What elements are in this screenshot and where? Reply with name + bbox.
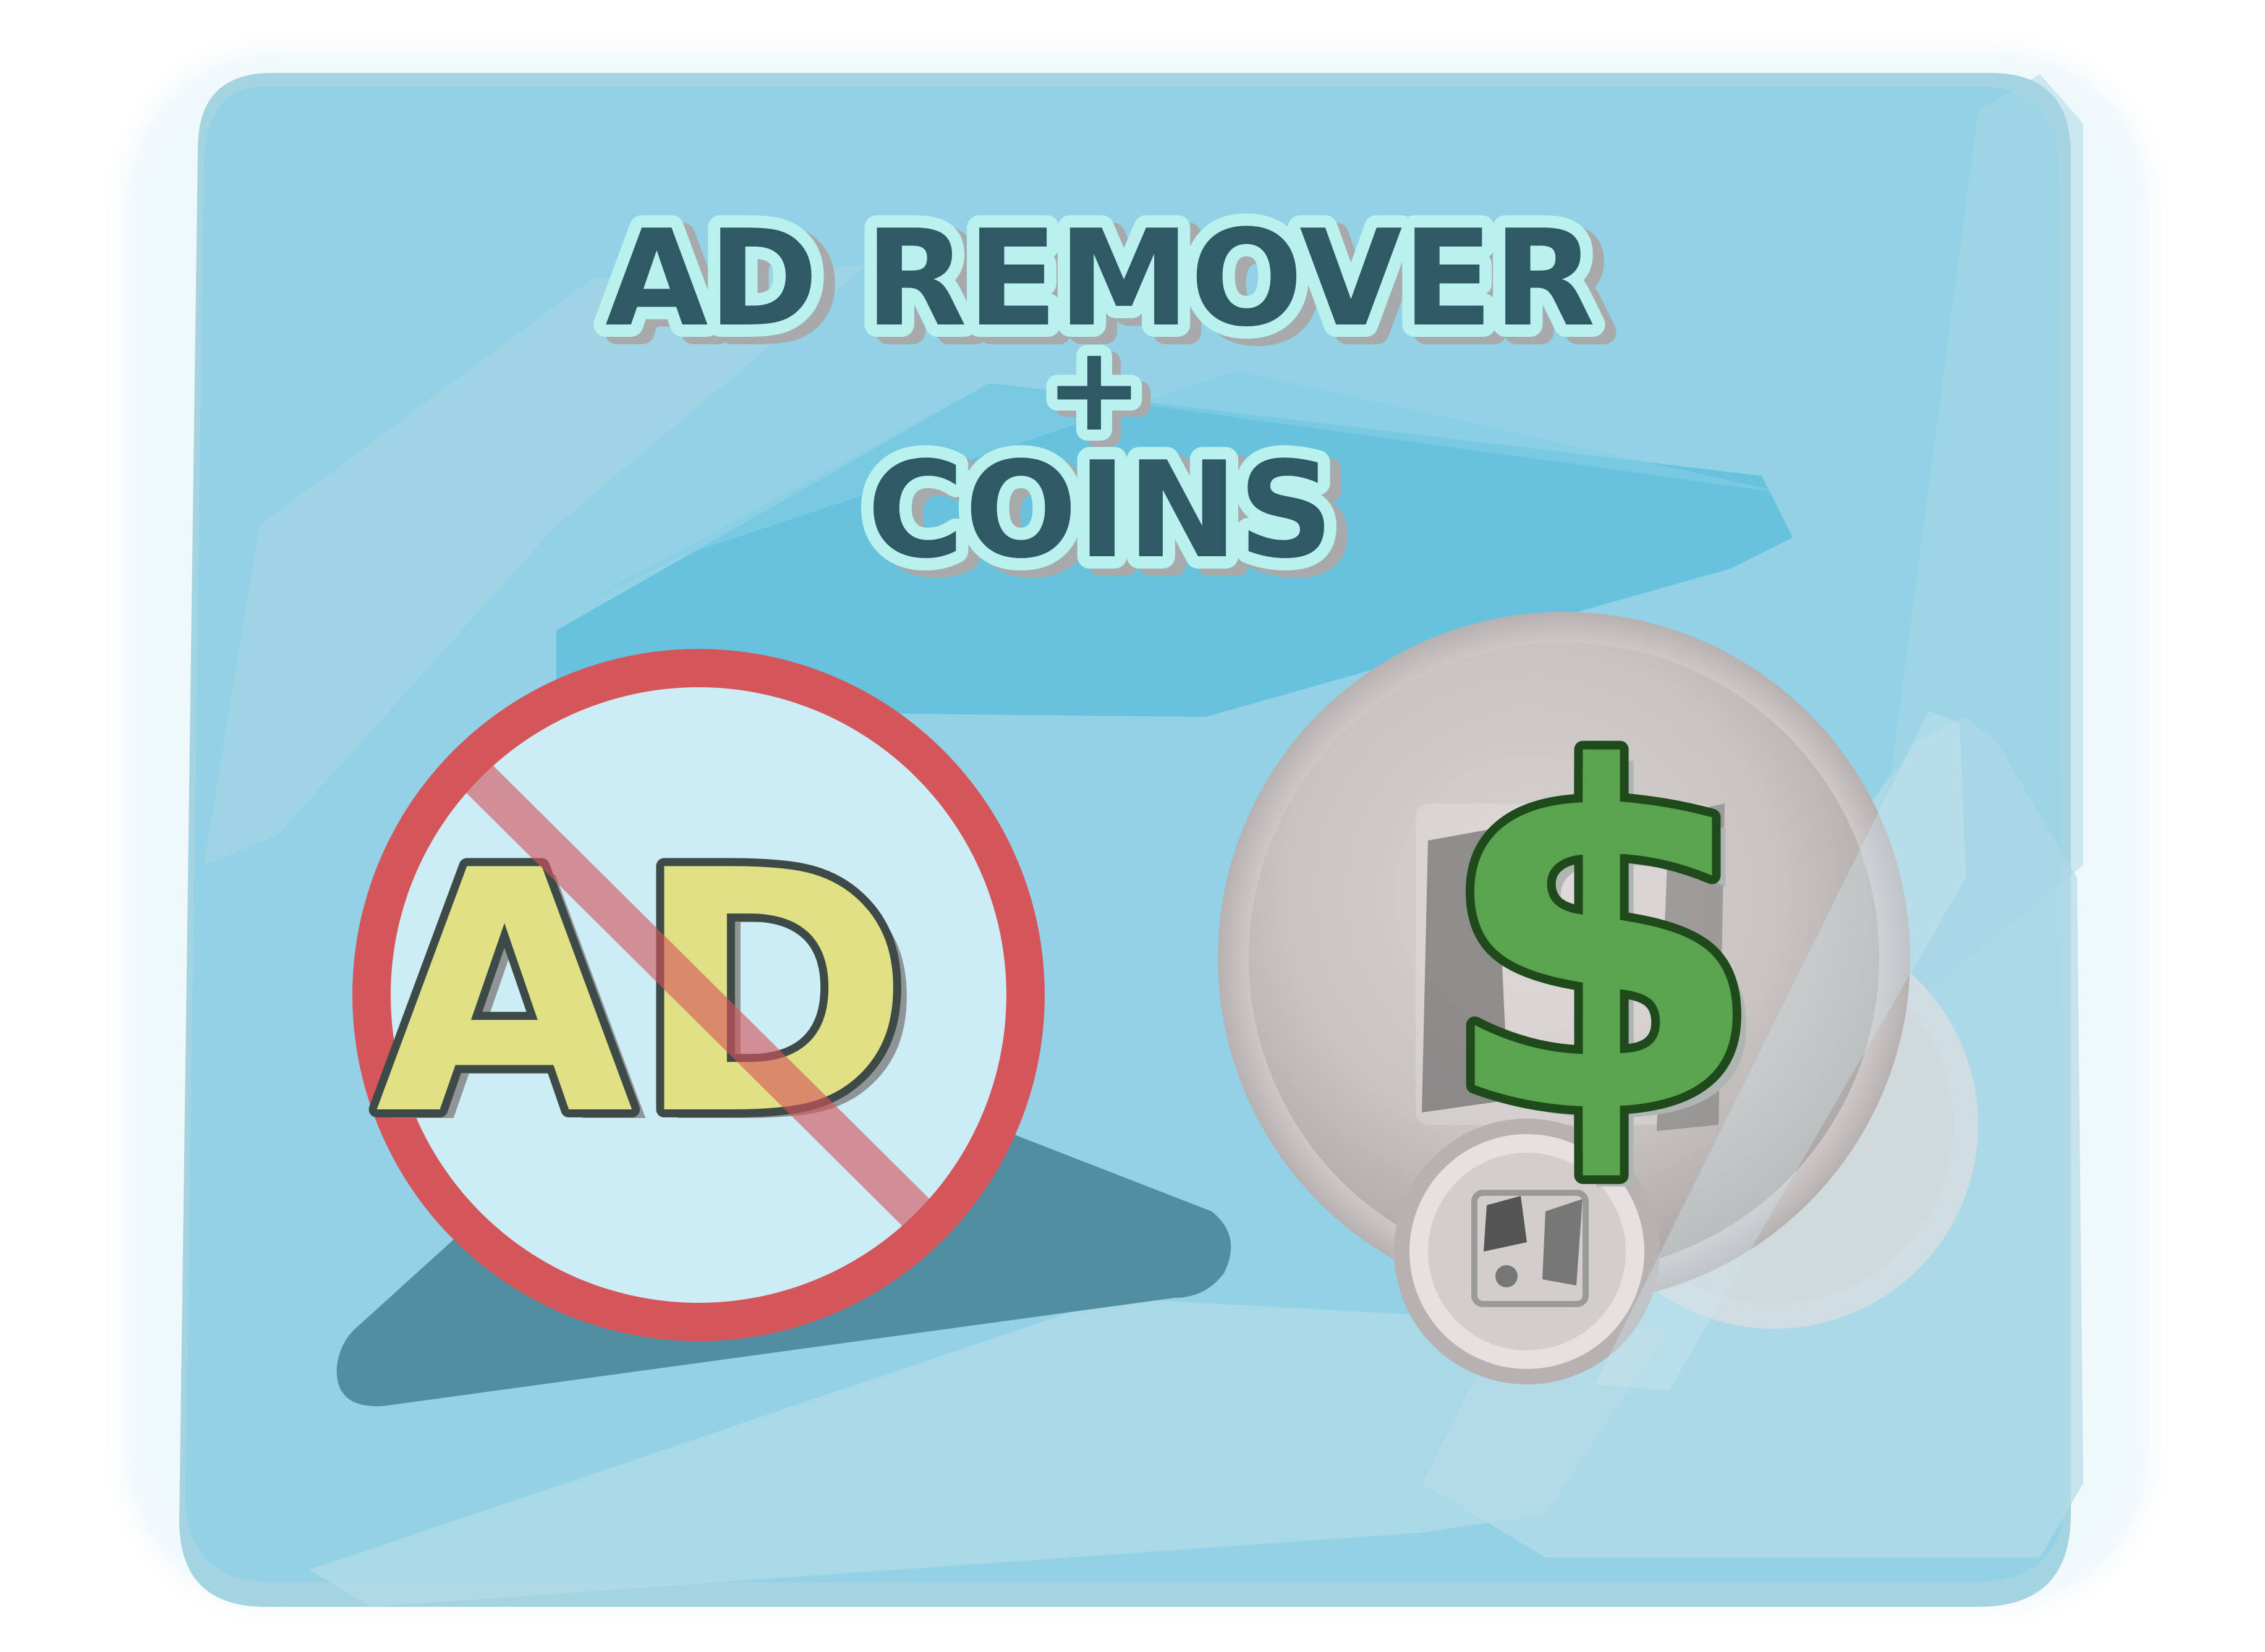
no-ads-badge: AD AD [352, 649, 1045, 1341]
shop-item-card[interactable]: AD AD $ $ AD REMOVER AD REMOVER + + COIN… [0, 0, 2265, 1652]
dollar-sign-icon: $ [1438, 671, 1765, 1218]
shop-item-artwork: AD AD $ $ AD REMOVER AD REMOVER + + COIN… [124, 49, 2151, 1607]
title-line2: COINS [867, 433, 1333, 588]
